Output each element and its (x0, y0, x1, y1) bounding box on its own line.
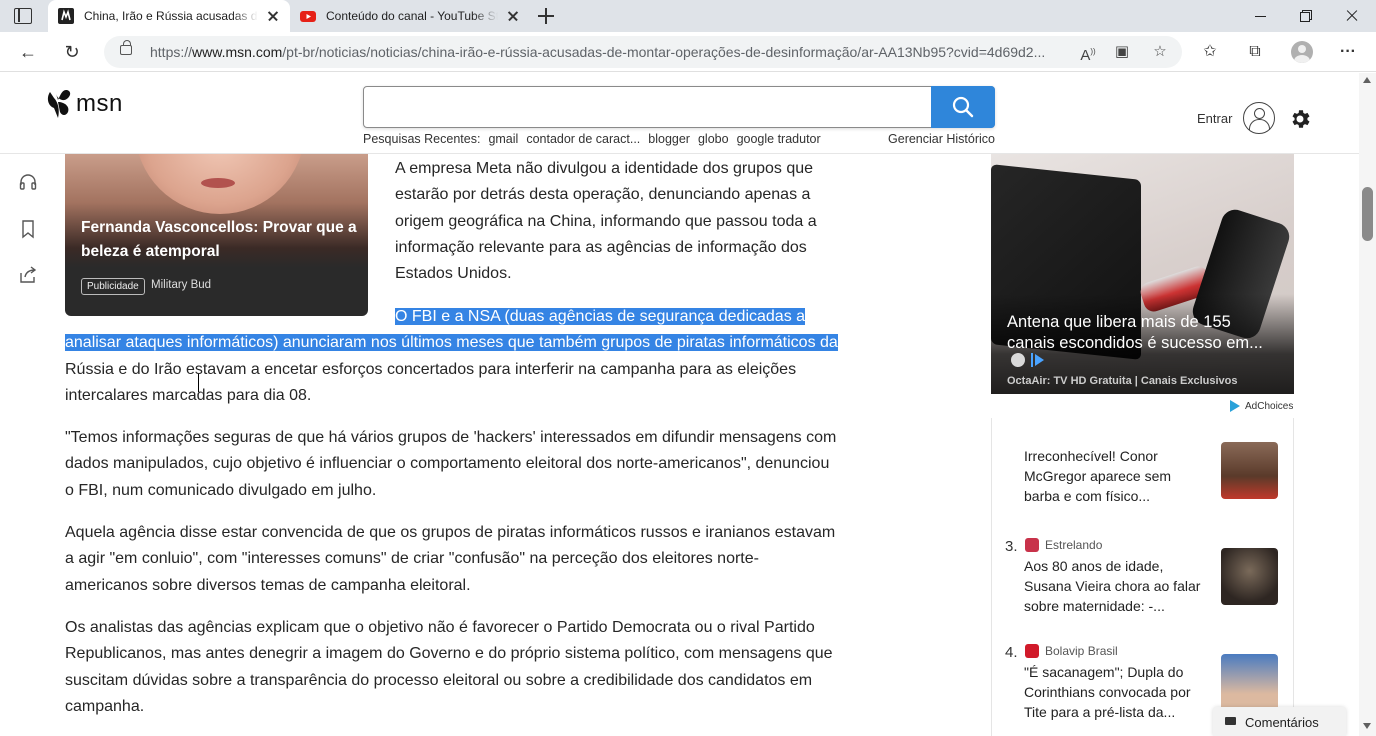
tab-msn-article[interactable]: China, Irão e Rússia acusadas de montar … (48, 0, 290, 32)
collections-icon[interactable]: ⧉ (1245, 42, 1265, 62)
close-tab-icon[interactable] (266, 9, 280, 23)
read-aloud-icon[interactable]: A)) (1078, 42, 1098, 64)
msn-logo[interactable]: msn (46, 86, 123, 122)
adchoices-label: AdChoices (1245, 400, 1294, 412)
sponsored-card[interactable]: Fernanda Vasconcellos: Provar que a bele… (65, 154, 368, 316)
estrelando-source-icon (1025, 538, 1039, 552)
tab-strip: China, Irão e Rússia acusadas de montar … (0, 0, 1376, 32)
more-menu-icon[interactable]: ··· (1338, 42, 1358, 62)
text-cursor-icon (195, 374, 201, 392)
ad-source: OctaAir: TV HD Gratuita | Canais Exclusi… (1007, 375, 1238, 387)
scroll-up-arrow-icon[interactable] (1363, 77, 1371, 83)
youtube-favicon-icon (300, 11, 316, 22)
trending-title[interactable]: "É sacanagem"; Dupla do Corinthians conv… (1024, 662, 1204, 722)
trending-title[interactable]: Aos 80 anos de idade, Susana Vieira chor… (1024, 556, 1204, 616)
comments-button[interactable]: Comentários (1213, 707, 1346, 736)
selected-text: O FBI e a NSA (duas agências de seguranç… (65, 308, 838, 352)
tab-actions-icon[interactable] (14, 8, 32, 24)
close-window-icon[interactable] (1329, 0, 1375, 32)
back-arrow-icon[interactable]: ← (18, 42, 38, 62)
ad-title-text: Antena que libera mais de 155 canais esc… (1007, 313, 1263, 352)
trending-thumbnail[interactable] (1221, 442, 1278, 499)
add-favorite-icon[interactable]: ☆ (1150, 42, 1170, 62)
article-paragraph: Os analistas das agências explicam que o… (65, 619, 833, 715)
trending-item[interactable]: Irreconhecível! Conor McGregor aparece s… (992, 438, 1293, 528)
article-paragraph: "Temos informações seguras de que há vár… (65, 429, 837, 499)
article-text: Rússia e do Irão estavam a encetar esfor… (65, 360, 797, 404)
bolavip-source-icon (1025, 644, 1039, 658)
tab-youtube-studio[interactable]: Conteúdo do canal - YouTube Studio (290, 0, 530, 32)
manage-history-link[interactable]: Gerenciar Histórico (888, 132, 995, 146)
tab-title: China, Irão e Rússia acusadas de montar … (84, 9, 258, 23)
url-domain: www.msn.com (192, 44, 283, 60)
ad-title[interactable]: Antena que libera mais de 155 canais esc… (1007, 312, 1282, 354)
bookmark-icon[interactable] (18, 219, 38, 239)
minimize-window-icon[interactable] (1238, 0, 1284, 32)
profile-avatar-icon[interactable] (1291, 41, 1313, 63)
promo-source: Military Bud (151, 279, 212, 291)
adchoices-icon (1230, 400, 1240, 412)
url-path: /pt-br/noticias/noticias/china-irão-e-rú… (282, 44, 1046, 60)
msn-wordmark: msn (76, 90, 123, 117)
url-scheme: https:// (150, 44, 193, 60)
trending-rank: 4. (1005, 644, 1018, 661)
recent-search-item[interactable]: gmail (488, 132, 518, 146)
sponsored-badge: Publicidade (81, 278, 145, 295)
ad-card[interactable]: Antena que libera mais de 155 canais esc… (991, 154, 1294, 394)
headphones-icon[interactable] (18, 172, 38, 192)
msn-header: msn Pesquisas Recentes: gmail contador d… (0, 73, 1359, 154)
promo-image-detail (201, 178, 235, 188)
recent-search-item[interactable]: contador de caract... (526, 132, 640, 146)
scroll-down-arrow-icon[interactable] (1363, 723, 1371, 729)
msn-butterfly-icon (47, 90, 71, 118)
trending-source: Bolavip Brasil (1045, 644, 1118, 658)
trending-title[interactable]: Irreconhecível! Conor McGregor aparece s… (1024, 446, 1204, 506)
adchoices-link[interactable]: AdChoices (1230, 400, 1293, 412)
favorites-icon[interactable]: ✩ (1200, 42, 1220, 62)
lock-icon[interactable] (120, 40, 132, 55)
msn-favicon-icon (58, 8, 74, 24)
gear-icon[interactable] (1288, 107, 1312, 131)
signin-link[interactable]: Entrar (1197, 111, 1232, 126)
promo-title[interactable]: Fernanda Vasconcellos: Provar que a bele… (81, 216, 361, 264)
comment-icon (1225, 717, 1236, 725)
recent-searches-label: Pesquisas Recentes: (363, 132, 481, 146)
recent-searches: Pesquisas Recentes: gmail contador de ca… (363, 132, 995, 146)
article-paragraph: Aquela agência disse estar convencida de… (65, 524, 836, 594)
url-text[interactable]: https://www.msn.com/pt-br/noticias/notic… (150, 44, 1070, 60)
scrollbar-thumb[interactable] (1362, 187, 1373, 241)
trending-source: Estrelando (1045, 538, 1103, 552)
search-button[interactable] (931, 86, 995, 128)
browser-toolbar: ← ↻ https://www.msn.com/pt-br/noticias/n… (0, 32, 1376, 72)
search-input[interactable] (372, 95, 922, 119)
trending-thumbnail[interactable] (1221, 654, 1278, 711)
address-bar[interactable]: https://www.msn.com/pt-br/noticias/notic… (104, 36, 1182, 68)
search-icon (952, 96, 974, 118)
trending-rank: 3. (1005, 538, 1018, 555)
refresh-icon[interactable]: ↻ (62, 42, 82, 62)
recent-search-item[interactable]: globo (698, 132, 729, 146)
ad-play-icon (1031, 353, 1044, 367)
close-tab-icon[interactable] (506, 9, 520, 23)
user-avatar-icon[interactable] (1243, 102, 1275, 134)
comments-label: Comentários (1245, 715, 1319, 730)
article-paragraph: A empresa Meta não divulgou a identidade… (395, 160, 817, 283)
trending-list: Irreconhecível! Conor McGregor aparece s… (991, 418, 1294, 736)
search-box (363, 86, 995, 128)
article-paragraph: O FBI e a NSA (duas agências de seguranç… (65, 304, 840, 409)
trending-thumbnail[interactable] (1221, 548, 1278, 605)
new-tab-icon[interactable] (538, 8, 554, 24)
page-scrollbar[interactable] (1359, 73, 1376, 736)
share-icon[interactable] (18, 265, 38, 285)
ad-eye-icon (1011, 353, 1025, 367)
tab-title: Conteúdo do canal - YouTube Studio (326, 9, 498, 23)
recent-search-item[interactable]: blogger (648, 132, 690, 146)
trending-item[interactable]: 3. Estrelando Aos 80 anos de idade, Susa… (992, 534, 1293, 624)
immersive-reader-icon[interactable]: ▣ (1112, 42, 1132, 62)
restore-window-icon[interactable] (1283, 0, 1329, 32)
recent-search-item[interactable]: google tradutor (737, 132, 821, 146)
